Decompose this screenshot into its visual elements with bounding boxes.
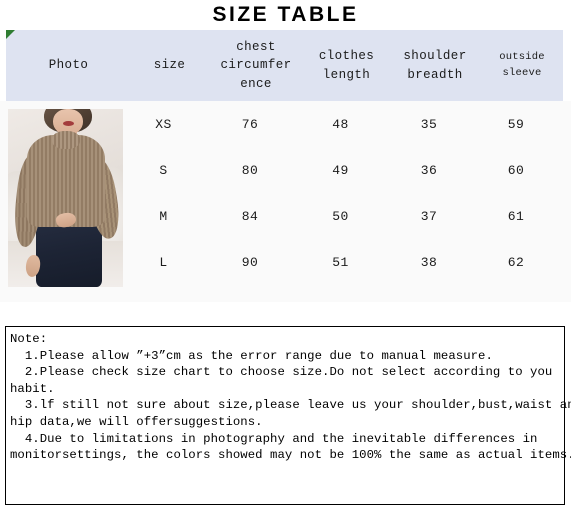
table-row: S 80 49 36 60	[0, 147, 557, 193]
cell-shoulder: 35	[420, 116, 438, 132]
cell-length: 50	[332, 208, 349, 224]
cell-chest: 80	[241, 162, 259, 178]
note-line-2: 2.Please check size chart to choose size…	[10, 365, 553, 380]
table-row: XS 76 48 35 59	[0, 101, 557, 147]
note-line-1: 1.Please allow ”+3”cm as the error range…	[10, 348, 493, 363]
note-box: Note: 1.Please allow ”+3”cm as the error…	[5, 326, 571, 505]
table-header-row: Photo size chest circumfer ence clothes …	[6, 30, 563, 101]
cell-shoulder: 38	[420, 254, 438, 270]
green-corner-marker-icon	[6, 30, 15, 39]
column-header-photo: Photo	[48, 58, 89, 73]
cell-length: 51	[332, 254, 349, 270]
note-line-3: habit.	[10, 381, 55, 396]
column-header-size: size	[153, 58, 186, 73]
column-header-outside-sleeve: outside sleeve	[499, 51, 545, 79]
cell-sleeve: 62	[507, 254, 525, 270]
cell-chest: 76	[241, 116, 259, 132]
table-row: L 90 51 38 62	[0, 239, 557, 285]
cell-chest: 90	[241, 254, 259, 270]
cell-sleeve: 61	[507, 208, 525, 224]
note-line-6: 4.Due to limitations in photography and …	[10, 431, 538, 446]
note-line-4: 3.lf still not sure about size,please le…	[10, 398, 571, 413]
table-body: XS 76 48 35 59 S 80 49 36 60 M 84 50 37 …	[0, 101, 571, 302]
note-heading: Note:	[10, 332, 48, 346]
column-header-chest-circumference: chest circumfer ence	[220, 40, 292, 91]
cell-size: M	[159, 208, 168, 224]
title-bar: SIZE TABLE	[0, 0, 571, 30]
cell-length: 49	[332, 162, 349, 178]
note-line-7: monitorsettings, the colors showed may n…	[10, 448, 571, 463]
note-line-5: hip data,we will offersuggestions.	[10, 414, 263, 429]
table-row: M 84 50 37 61	[0, 193, 557, 239]
cell-shoulder: 36	[420, 162, 438, 178]
cell-size: L	[159, 254, 168, 270]
cell-length: 48	[332, 116, 349, 132]
cell-sleeve: 60	[507, 162, 525, 178]
size-table: Photo size chest circumfer ence clothes …	[0, 30, 571, 302]
cell-chest: 84	[241, 208, 259, 224]
page-title: SIZE TABLE	[212, 3, 359, 26]
cell-size: S	[159, 162, 168, 178]
column-header-shoulder-breadth: shoulder breadth	[403, 49, 467, 82]
column-header-clothes-length: clothes length	[318, 49, 375, 82]
cell-sleeve: 59	[507, 116, 525, 132]
cell-size: XS	[155, 116, 172, 132]
cell-shoulder: 37	[420, 208, 438, 224]
